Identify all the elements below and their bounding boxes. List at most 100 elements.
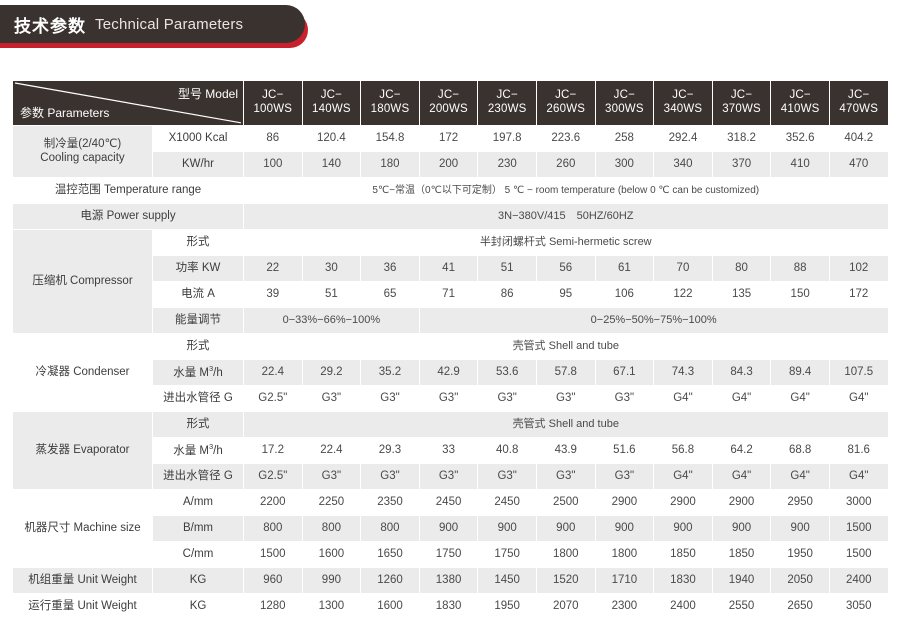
cell-power-kw-9: 88 [770,255,830,282]
model-prefix-10: JC− [848,89,870,102]
group-label-compressor: 压缩机 Compressor [12,229,153,334]
cell-power-kw-10: 102 [828,255,889,282]
cell-size-b-3: 900 [418,515,479,542]
model-suffix-5: 260WS [546,103,586,115]
value-compressor-form: 半封闭螺杆式 Semi-hermetic screw [243,229,889,256]
cell-size-b-1: 800 [301,515,362,542]
cell-kcal-9: 352.6 [770,125,830,152]
water-flow-text-evap: 水量 M [173,444,209,457]
cell-evap-pipe-5: G3" [535,463,596,490]
cell-current-a-6: 106 [594,281,655,308]
cell-size-b-4: 900 [477,515,537,542]
value-energy-adjustment-left: 0−33%−66%−100% [243,307,420,334]
cell-evap-pipe-1: G3" [301,463,362,490]
cell-run-weight-0: 1280 [243,593,303,620]
cell-current-a-10: 172 [828,281,889,308]
table-row-evaporator-form: 蒸发器 Evaporator 形式 壳管式 Shell and tube [12,411,889,490]
cell-cond-pipe-3: G3" [418,385,479,412]
cell-evap-pipe-0: G2.5" [243,463,303,490]
banner-title-cn: 技术参数 [14,16,86,37]
cell-power-kw-2: 36 [360,255,420,282]
cell-evap-water-9: 68.8 [770,437,830,464]
group-label-cooling-capacity: 制冷量(2/40℃) Cooling capacity [12,125,153,178]
model-suffix-7: 340WS [663,103,703,115]
cell-current-a-5: 95 [535,281,596,308]
model-prefix-1: JC− [320,89,343,102]
sub-label-evaporator-form: 形式 [152,411,244,438]
model-suffix-3: 200WS [429,103,468,115]
cell-power-kw-7: 70 [653,255,713,282]
cell-size-a-1: 2250 [301,489,362,516]
model-suffix-0: 100WS [253,103,293,115]
cell-size-a-0: 2200 [243,489,303,516]
cooling-capacity-cn: 制冷量(2/40℃) [43,137,122,150]
table-row-power-supply: 电源 Power supply 3N−380V/415 50HZ/60HZ [12,203,889,230]
cell-evap-pipe-10: G4" [828,463,889,490]
cell-power-kw-3: 41 [418,255,479,282]
cell-size-c-10: 1500 [828,541,889,568]
model-header-1: JC− 140WS [301,80,362,126]
cell-run-weight-9: 2650 [770,593,830,620]
banner-body: 技术参数 Technical Parameters [0,5,305,43]
cell-kwhr-4: 230 [477,151,537,178]
cell-kcal-7: 292.4 [653,125,713,152]
cell-kcal-8: 318.2 [711,125,772,152]
cell-cond-pipe-5: G3" [535,385,596,412]
cell-evap-pipe-6: G3" [594,463,655,490]
model-suffix-1: 140WS [312,103,351,115]
cell-power-kw-5: 56 [535,255,596,282]
cell-kwhr-5: 260 [535,151,596,178]
cell-cond-pipe-4: G3" [477,385,537,412]
cell-cond-water-5: 57.8 [535,359,596,386]
cell-kcal-4: 197.8 [477,125,537,152]
cell-kcal-6: 258 [594,125,655,152]
cell-size-b-10: 1500 [828,515,889,542]
cell-power-kw-6: 61 [594,255,655,282]
cell-size-c-4: 1750 [477,541,537,568]
cell-cond-water-0: 22.4 [243,359,303,386]
model-header-7: JC− 340WS [653,80,713,126]
water-flow-text: 水量 M [173,366,209,379]
cell-evap-pipe-8: G4" [711,463,772,490]
header-parameters-label: 参数 Parameters [20,105,110,120]
cell-current-a-3: 71 [418,281,479,308]
model-suffix-6: 300WS [605,103,644,115]
sub-label-condenser-form: 形式 [152,333,244,360]
cell-run-weight-1: 1300 [301,593,362,620]
cell-evap-water-6: 51.6 [594,437,655,464]
cell-size-a-5: 2500 [535,489,596,516]
cell-kwhr-0: 100 [243,151,303,178]
cell-unit-weight-9: 2050 [770,567,830,594]
value-evaporator-form: 壳管式 Shell and tube [243,411,889,438]
cell-kwhr-6: 300 [594,151,655,178]
cell-cond-pipe-10: G4" [828,385,889,412]
cell-size-a-10: 3000 [828,489,889,516]
cooling-capacity-en: Cooling capacity [40,151,125,164]
cell-evap-water-5: 43.9 [535,437,596,464]
cell-kwhr-3: 200 [418,151,479,178]
cell-kcal-5: 223.6 [535,125,596,152]
cell-cond-pipe-1: G3" [301,385,362,412]
cell-size-c-6: 1800 [594,541,655,568]
model-header-5: JC− 260WS [535,80,596,126]
cell-kwhr-2: 180 [360,151,420,178]
model-prefix-6: JC− [613,89,636,102]
cell-current-a-8: 135 [711,281,772,308]
cell-cond-water-10: 107.5 [828,359,889,386]
cell-kcal-1: 120.4 [301,125,362,152]
model-prefix-8: JC− [730,89,753,102]
cell-size-b-6: 900 [594,515,655,542]
cell-size-c-3: 1750 [418,541,479,568]
model-prefix-2: JC− [379,89,401,102]
cell-evap-pipe-4: G3" [477,463,537,490]
cell-cond-water-9: 89.4 [770,359,830,386]
banner-title-en: Technical Parameters [95,15,244,33]
model-header-10: JC− 470WS [828,80,889,126]
sub-label-size-b: B/mm [152,515,244,542]
model-prefix-0: JC− [262,89,284,102]
model-prefix-9: JC− [789,89,811,102]
spec-table-container: 型号 Model 参数 Parameters JC− 100WS JC− 140WS… [0,80,900,620]
model-prefix-5: JC− [555,89,577,102]
cell-evap-pipe-9: G4" [770,463,830,490]
cell-run-weight-4: 1950 [477,593,537,620]
